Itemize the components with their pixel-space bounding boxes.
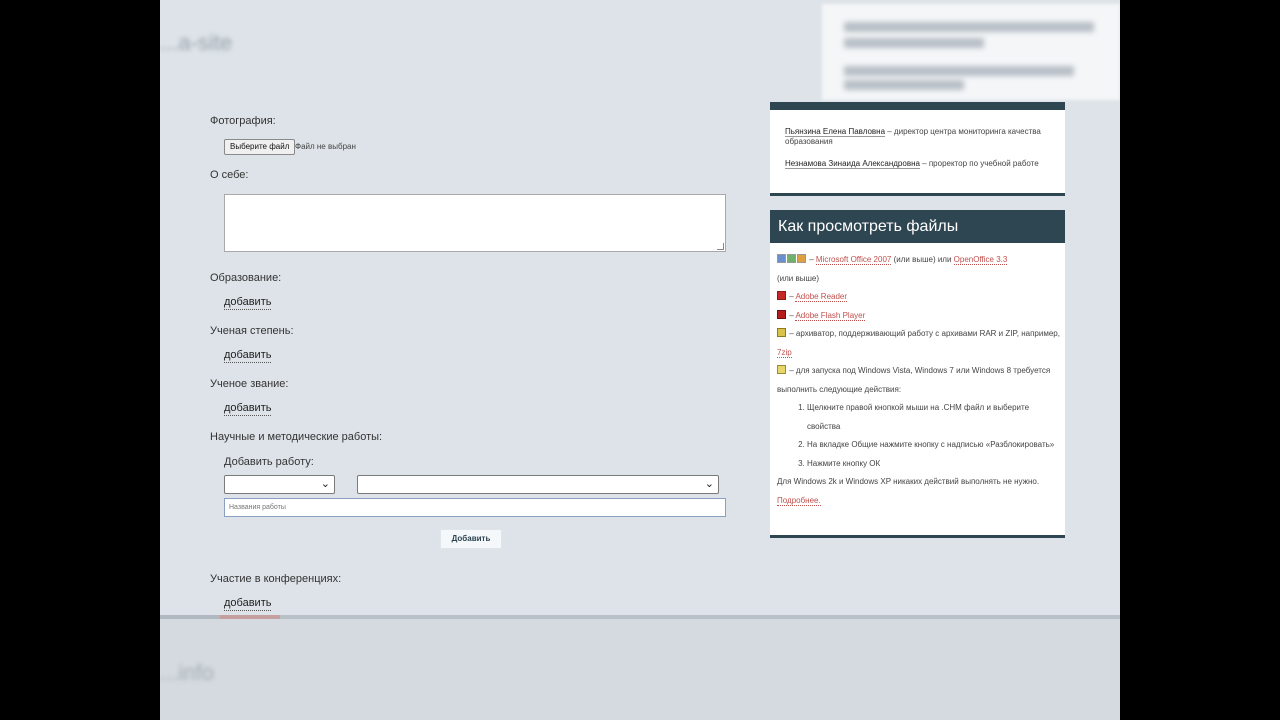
chm-step: На вкладке Общие нажмите кнопку с надпис… <box>807 436 1060 455</box>
office-line: – Microsoft Office 2007 (или выше) или O… <box>777 254 1008 283</box>
office-tail-text: (или выше) <box>777 273 820 283</box>
education-add-link[interactable]: добавить <box>224 296 272 310</box>
ms-office-link[interactable]: Microsoft Office 2007 <box>815 255 892 265</box>
academic-title-label: Ученое звание: <box>210 378 289 390</box>
flash-player-link[interactable]: Adobe Flash Player <box>795 310 866 321</box>
archiver-text: – архиватор, поддерживающий работу с арх… <box>787 329 1060 338</box>
powerpoint-icon <box>797 254 806 263</box>
choose-file-button[interactable]: Выберите файл <box>224 139 296 155</box>
word-icon <box>777 254 786 263</box>
contacts-panel: Пьянзина Елена Павловна – директор центр… <box>770 110 1065 196</box>
7zip-link[interactable]: 7zip <box>777 347 792 358</box>
archive-icon <box>777 328 786 337</box>
files-panel-body: – Microsoft Office 2007 (или выше) или O… <box>777 251 1060 510</box>
chm-step: Щелкните правой кнопкой мыши на .CHM фай… <box>807 399 1060 436</box>
contacts-panel-header-fragment <box>770 102 1065 110</box>
excel-icon <box>787 254 796 263</box>
contact-item: Незнамова Зинаида Александровна – прорек… <box>785 159 1050 169</box>
works-label: Научные и методические работы: <box>210 431 383 443</box>
chevron-down-icon: ⌄ <box>320 478 330 490</box>
chm-step: Нажмите кнопку ОК <box>807 455 1060 474</box>
files-panel-title: Как просмотреть файлы <box>770 210 1065 243</box>
chm-steps-list: Щелкните правой кнопкой мыши на .CHM фай… <box>777 399 1060 473</box>
blurred-overlay-panel <box>822 4 1120 100</box>
add-work-button[interactable]: Добавить <box>440 529 502 549</box>
bottom-blurred-area: ...info <box>160 615 1120 720</box>
reader-line: – Adobe Reader <box>777 288 1060 307</box>
contact-name[interactable]: Незнамова Зинаида Александровна <box>785 159 920 169</box>
chm-text: – для запуска под Windows Vista, Windows… <box>777 366 1051 394</box>
files-help-panel: Как просмотреть файлы – Microsoft Office… <box>770 210 1065 538</box>
conferences-add-link[interactable]: добавить <box>224 597 272 611</box>
photo-label: Фотография: <box>210 115 276 127</box>
degree-add-link[interactable]: добавить <box>224 349 272 363</box>
footer-text: Для Windows 2k и Windows XP никаких дейс… <box>777 477 1040 486</box>
openoffice-link[interactable]: OpenOffice 3.3 <box>953 255 1008 265</box>
footer-line: Для Windows 2k и Windows XP никаких дейс… <box>777 473 1060 510</box>
chevron-down-icon: ⌄ <box>704 478 714 490</box>
pdf-icon <box>777 291 786 300</box>
archiver-line: – архиватор, поддерживающий работу с арх… <box>777 325 1060 362</box>
more-details-link[interactable]: Подробнее. <box>777 495 821 506</box>
blurred-bottom-text: ...info <box>160 660 214 685</box>
flash-icon <box>777 309 786 319</box>
add-work-label: Добавить работу: <box>224 456 314 468</box>
office-or-text: (или выше) или <box>891 255 954 264</box>
chm-line: – для запуска под Windows Vista, Windows… <box>777 362 1060 399</box>
adobe-reader-link[interactable]: Adobe Reader <box>795 292 848 302</box>
academic-title-add-link[interactable]: добавить <box>224 402 272 416</box>
blurred-site-title: ...a-site <box>160 30 233 55</box>
flash-line: – Adobe Flash Player <box>777 307 1060 326</box>
contact-name[interactable]: Пьянзина Елена Павловна <box>785 127 886 137</box>
chm-help-icon <box>777 365 786 374</box>
work-name-input[interactable]: Названия работы <box>224 498 726 517</box>
contact-role: – проректор по учебной работе <box>919 159 1039 168</box>
resize-grip-icon[interactable] <box>717 243 724 250</box>
work-category-select[interactable]: ⌄ <box>357 475 719 494</box>
file-status-text: Файл не выбран <box>295 142 356 151</box>
about-textarea[interactable] <box>224 194 726 252</box>
degree-label: Ученая степень: <box>210 325 294 337</box>
education-label: Образование: <box>210 272 282 284</box>
contact-item: Пьянзина Елена Павловна – директор центр… <box>785 127 1050 147</box>
work-type-select[interactable]: ⌄ <box>224 475 335 494</box>
conferences-label: Участие в конференциях: <box>210 573 342 585</box>
about-label: О себе: <box>210 169 249 181</box>
bottom-background <box>160 619 1120 720</box>
